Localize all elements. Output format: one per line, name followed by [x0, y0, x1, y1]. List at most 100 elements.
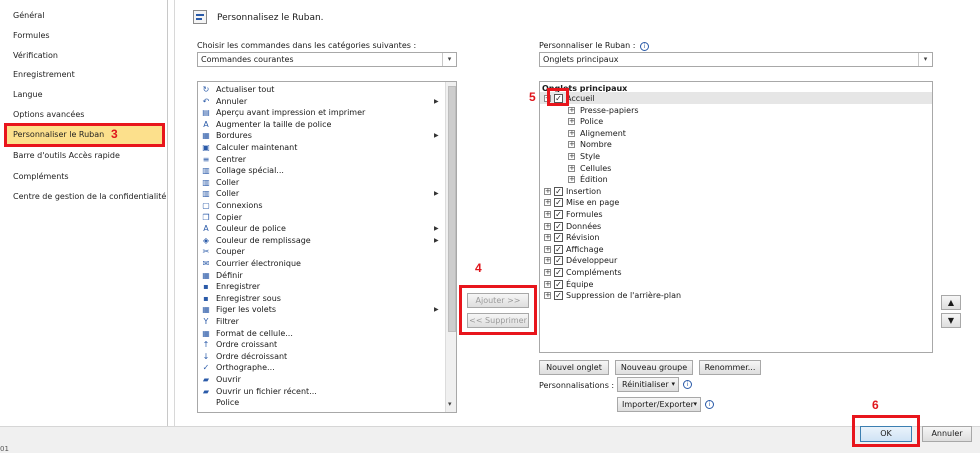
tab-checkbox[interactable]: ✓	[554, 268, 563, 277]
move-up-button[interactable]: ▲	[941, 295, 961, 310]
tree-tab-item[interactable]: + ✓ Développeur	[540, 255, 920, 267]
expand-icon[interactable]: +	[544, 245, 551, 253]
command-item[interactable]: ✂ Couper	[198, 246, 438, 258]
remove-button[interactable]: << Supprimer	[467, 313, 529, 328]
nav-item-general[interactable]: Général	[7, 7, 165, 25]
expand-icon[interactable]: +	[568, 141, 575, 149]
command-item[interactable]: ◈ Couleur de remplissage ▶	[198, 235, 439, 247]
expand-icon[interactable]: +	[568, 118, 575, 126]
command-item[interactable]: ▥ Collage spécial...	[198, 165, 438, 177]
command-item[interactable]: ↻ Actualiser tout	[198, 84, 438, 96]
command-item[interactable]: ▦ Figer les volets ▶	[198, 304, 438, 316]
expand-icon[interactable]: +	[544, 222, 551, 230]
import-export-button[interactable]: Importer/Exporter ▾	[617, 397, 701, 412]
reset-button[interactable]: Réinitialiser ▾	[617, 377, 679, 392]
tree-group-item[interactable]: + Presse-papiers	[540, 105, 920, 117]
tab-checkbox[interactable]: ✓	[554, 291, 563, 301]
commands-list[interactable]: ↻ Actualiser tout ↶ Annuler ▶ ▤ Aperçu avant i…	[197, 81, 457, 413]
move-down-button[interactable]: ▼	[941, 313, 961, 328]
command-item[interactable]: ↑ Ordre croissant	[198, 339, 438, 351]
command-item[interactable]: ▪ Enregistrer	[198, 281, 438, 293]
command-item[interactable]: ▥ Coller ▶	[198, 188, 438, 200]
add-button[interactable]: Ajouter >>	[467, 293, 529, 308]
nav-item-formules[interactable]: Formules	[7, 27, 165, 45]
cancel-button[interactable]: Annuler	[922, 426, 972, 442]
nav-item-langue[interactable]: Langue	[7, 86, 165, 104]
expand-icon[interactable]: +	[544, 234, 551, 242]
scroll-thumb[interactable]	[448, 86, 456, 332]
command-item[interactable]: ▤ Aperçu avant impression et imprimer	[198, 107, 438, 119]
tree-group-item[interactable]: + Style	[540, 151, 920, 163]
tree-tab-item[interactable]: + ✓ Compléments	[540, 267, 920, 279]
tree-group-item[interactable]: + Nombre	[540, 139, 920, 151]
tab-checkbox[interactable]: ✓	[554, 244, 563, 254]
tree-tab-item[interactable]: + ✓ Équipe	[540, 279, 920, 291]
command-item[interactable]: ▰ Ouvrir un fichier récent...	[198, 386, 438, 398]
command-item[interactable]: Y Filtrer	[198, 316, 438, 328]
command-item[interactable]: ▦ Format de cellule...	[198, 328, 438, 340]
tree-group-item[interactable]: + Cellules	[540, 163, 920, 175]
command-item[interactable]: ▦ Définir	[198, 270, 438, 282]
ribbon-tree[interactable]: Onglets principaux − ✓ Accueil + Presse-papi…	[539, 81, 933, 353]
expand-icon[interactable]: +	[568, 106, 575, 114]
tree-group-item[interactable]: + Alignement	[540, 128, 920, 140]
expand-icon[interactable]: +	[568, 164, 575, 172]
tree-tab-item[interactable]: + ✓ Affichage	[540, 244, 920, 256]
nav-item-verification[interactable]: Vérification	[7, 47, 165, 65]
rename-button[interactable]: Renommer...	[699, 360, 761, 375]
command-item[interactable]: ▪ Enregistrer sous	[198, 293, 438, 305]
expand-icon[interactable]: +	[568, 129, 575, 137]
command-item[interactable]: Police	[198, 397, 438, 409]
command-item[interactable]: ↓ Ordre décroissant	[198, 351, 438, 363]
command-item[interactable]: ▢ Connexions	[198, 200, 438, 212]
new-group-button[interactable]: Nouveau groupe	[615, 360, 693, 375]
command-item[interactable]: ❐ Copier	[198, 212, 438, 224]
tree-tab-item[interactable]: + ✓ Insertion	[540, 186, 920, 198]
tree-tab-item[interactable]: + ✓ Révision	[540, 232, 920, 244]
tree-tab-accueil[interactable]: − ✓ Accueil	[540, 93, 920, 105]
command-item[interactable]: A Augmenter la taille de police	[198, 119, 438, 131]
nav-item-complements[interactable]: Compléments	[7, 168, 165, 186]
tree-tab-item[interactable]: + ✓ Formules	[540, 209, 920, 221]
command-item[interactable]: ✓ Orthographe...	[198, 362, 438, 374]
command-item[interactable]: ▥ Coller	[198, 177, 438, 189]
command-item[interactable]: ≡ Centrer	[198, 154, 438, 166]
expand-icon[interactable]: +	[544, 211, 551, 218]
expand-icon[interactable]: +	[568, 176, 575, 184]
expand-icon[interactable]: +	[544, 280, 551, 288]
tab-checkbox[interactable]: ✓	[554, 279, 563, 289]
expand-icon[interactable]: +	[544, 257, 551, 265]
expand-icon[interactable]: +	[568, 153, 575, 160]
command-item[interactable]: A Couleur de police ▶	[198, 223, 438, 235]
nav-item-personnaliser-ruban[interactable]: Personnaliser le Ruban 3	[4, 123, 165, 147]
commands-category-select[interactable]: Commandes courantes ▾	[197, 52, 457, 67]
tree-tab-item[interactable]: + ✓ Suppression de l'arrière-plan	[540, 290, 920, 302]
nav-item-barre-outils[interactable]: Barre d'outils Accès rapide	[7, 147, 165, 165]
ok-button[interactable]: OK	[860, 426, 912, 442]
command-item[interactable]: ▣ Calculer maintenant	[198, 142, 438, 154]
expand-icon[interactable]: +	[544, 187, 551, 195]
command-item[interactable]: ▰ Ouvrir	[198, 374, 438, 386]
tree-tab-item[interactable]: + ✓ Données	[540, 221, 920, 233]
tree-group-item[interactable]: + Édition	[540, 174, 920, 186]
tab-checkbox[interactable]: ✓	[554, 221, 563, 231]
command-item[interactable]: ▦ Bordures ▶	[198, 130, 438, 142]
tab-checkbox[interactable]: ✓	[554, 233, 563, 243]
expand-icon[interactable]: +	[544, 199, 551, 207]
new-tab-button[interactable]: Nouvel onglet	[539, 360, 609, 375]
nav-item-confidentialite[interactable]: Centre de gestion de la confidentialité	[7, 188, 166, 206]
scroll-down-icon[interactable]: ▾	[448, 400, 452, 408]
tab-checkbox[interactable]: ✓	[554, 210, 563, 219]
command-item[interactable]: ✉ Courrier électronique	[198, 258, 438, 270]
tree-group-item[interactable]: + Police	[540, 116, 920, 128]
tab-checkbox[interactable]: ✓	[554, 198, 563, 208]
command-item[interactable]: ↶ Annuler ▶	[198, 96, 439, 108]
expand-icon[interactable]: +	[544, 269, 551, 276]
ribbon-tabs-select[interactable]: Onglets principaux ▾	[539, 52, 933, 67]
tab-checkbox[interactable]: ✓	[554, 186, 563, 196]
nav-item-enregistrement[interactable]: Enregistrement	[7, 66, 165, 84]
nav-item-options-avancees[interactable]: Options avancées	[7, 106, 165, 124]
tab-checkbox[interactable]: ✓	[554, 256, 563, 266]
expand-icon[interactable]: +	[544, 292, 551, 300]
tree-tab-item[interactable]: + ✓ Mise en page	[540, 197, 920, 209]
